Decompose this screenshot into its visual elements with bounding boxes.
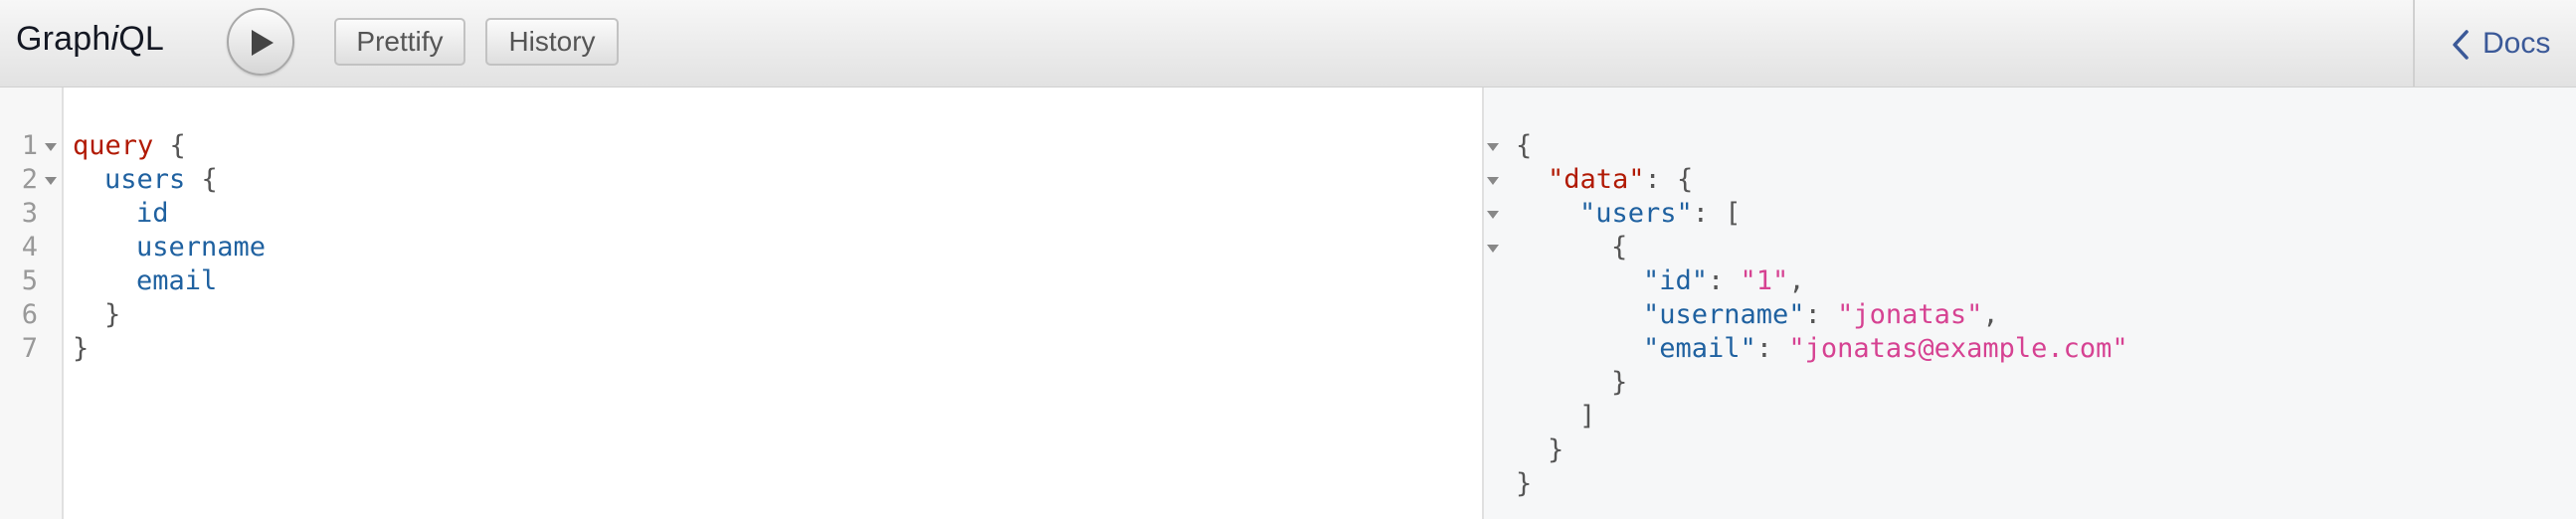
fold-arrow-icon[interactable] <box>1486 244 1500 254</box>
chevron-left-icon <box>2453 30 2469 60</box>
field-username: username <box>136 232 267 262</box>
code-line: } <box>73 332 89 366</box>
punct: , <box>1982 299 1999 330</box>
json-line: "id": "1", <box>1643 264 1805 298</box>
json-key-data: "data" <box>1548 164 1645 195</box>
punct: : [ <box>1692 198 1742 229</box>
fold-arrow-icon[interactable] <box>44 142 58 152</box>
json-line: } <box>1611 366 1627 400</box>
toolbar: GraphiQL Prettify History Docs <box>0 0 2576 87</box>
play-icon <box>252 30 274 56</box>
json-string-value: "jonatas" <box>1837 299 1983 330</box>
json-line: "username": "jonatas", <box>1643 298 1999 332</box>
brace: { <box>153 130 186 161</box>
query-keyword: query <box>73 130 154 161</box>
brace: } <box>1548 434 1564 465</box>
json-line: } <box>1516 467 1532 501</box>
field-users: users <box>104 164 186 195</box>
bracket: ] <box>1579 401 1596 432</box>
json-line: "data": { <box>1548 163 1693 197</box>
code-line: email <box>136 264 217 298</box>
brace: { <box>1516 130 1533 161</box>
fold-arrow-icon[interactable] <box>1486 176 1500 186</box>
prettify-button[interactable]: Prettify <box>334 18 465 66</box>
app-title-graph: Graph <box>16 20 111 58</box>
brace: } <box>1516 468 1533 499</box>
json-line: ] <box>1579 400 1595 433</box>
line-number: 2 <box>21 164 38 195</box>
json-key-users: "users" <box>1579 198 1693 229</box>
line-number: 4 <box>21 232 38 262</box>
line-number: 5 <box>21 265 38 296</box>
line-number: 3 <box>21 198 38 229</box>
json-line: { <box>1611 231 1627 264</box>
json-line: "users": [ <box>1579 197 1742 231</box>
json-line: { <box>1516 129 1532 163</box>
punct: : <box>1755 333 1789 364</box>
app-title-ql: QL <box>118 20 165 58</box>
json-key: "email" <box>1643 333 1756 364</box>
json-key: "id" <box>1643 265 1709 296</box>
docs-explorer-area: Docs <box>2413 0 2576 87</box>
fold-arrow-icon[interactable] <box>44 176 58 186</box>
json-string-value: "jonatas@example.com" <box>1788 333 2128 364</box>
code-line: users { <box>104 163 218 197</box>
fold-arrow-icon[interactable] <box>1486 142 1500 152</box>
history-button[interactable]: History <box>485 18 619 66</box>
code-line: query { <box>73 129 186 163</box>
code-line: username <box>136 231 266 264</box>
docs-label: Docs <box>2483 27 2551 60</box>
query-editor[interactable]: 1 2 3 4 5 6 7 query { users { id usernam… <box>0 87 1482 519</box>
code-line: id <box>136 197 169 231</box>
brace: { <box>1611 232 1628 262</box>
punct: : { <box>1644 164 1694 195</box>
brace: } <box>73 333 90 364</box>
line-number: 7 <box>21 333 38 364</box>
line-number: 6 <box>21 299 38 330</box>
execute-query-button[interactable] <box>227 8 294 76</box>
punct: : <box>1708 265 1741 296</box>
json-line: } <box>1548 433 1564 467</box>
code-line: } <box>104 298 120 332</box>
field-email: email <box>136 265 218 296</box>
brace: } <box>1611 367 1628 398</box>
json-key: "username" <box>1643 299 1805 330</box>
brace: } <box>104 299 121 330</box>
app-title: GraphiQL <box>16 20 164 59</box>
json-string-value: "1" <box>1740 265 1789 296</box>
json-line: "email": "jonatas@example.com" <box>1643 332 2128 366</box>
punct: , <box>1788 265 1805 296</box>
result-viewer: { "data": { "users": [ { "id": "1", "use… <box>1484 87 2576 519</box>
field-id: id <box>136 198 169 229</box>
fold-arrow-icon[interactable] <box>1486 210 1500 220</box>
punct: : <box>1804 299 1838 330</box>
brace: { <box>185 164 218 195</box>
line-number: 1 <box>21 130 38 161</box>
